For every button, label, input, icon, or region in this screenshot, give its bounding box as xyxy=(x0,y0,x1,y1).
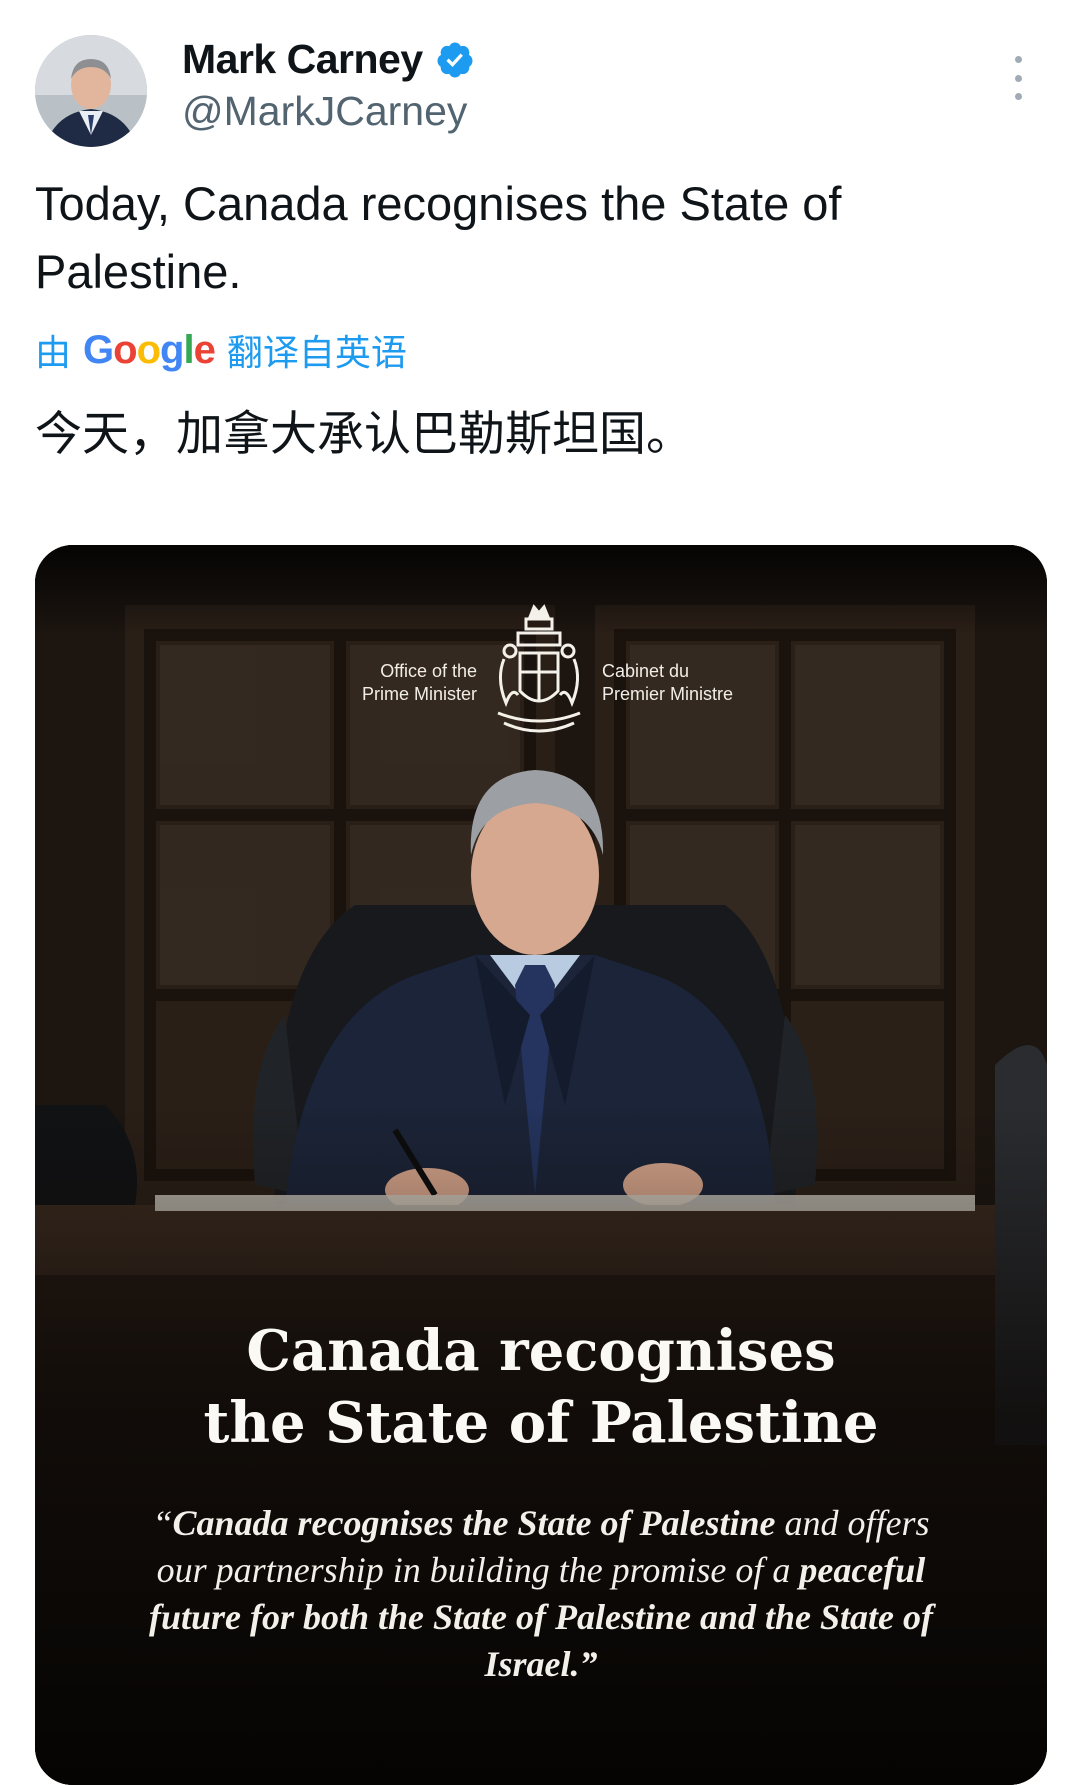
tweet-media-image[interactable]: Office of the Prime Minister Cabinet du … xyxy=(35,545,1047,1785)
tweet-text: Today, Canada recognises the State of Pa… xyxy=(35,177,842,298)
media-quote: “Canada recognises the State of Palestin… xyxy=(135,1500,947,1688)
headline-line1: Canada recognises xyxy=(246,1318,836,1384)
avatar-image xyxy=(35,35,147,147)
quote-bold-1: Canada recognises the State of Palestine xyxy=(172,1503,776,1543)
translated-text: 今天，加拿大承认巴勒斯坦国。 xyxy=(35,407,693,462)
more-dot xyxy=(1014,93,1022,100)
author-name-row[interactable]: Mark Carney xyxy=(182,36,475,83)
google-logo: Google xyxy=(83,327,216,372)
more-vertical-icon xyxy=(1014,56,1022,63)
office-label-fr: Cabinet du Premier Ministre xyxy=(602,660,733,706)
quote-open-mark: “ xyxy=(152,1503,173,1543)
quote-close-mark: ” xyxy=(579,1644,598,1684)
headline-line2: the State of Palestine xyxy=(203,1390,879,1456)
avatar[interactable] xyxy=(35,35,147,147)
media-headline: Canada recognises the State of Palestine xyxy=(35,1315,1047,1459)
office-label-fr-line1: Cabinet du xyxy=(602,661,690,681)
translate-prefix: 由 xyxy=(35,332,72,373)
more-dot xyxy=(1014,74,1022,82)
tweet-header: Mark Carney @MarkJCarney xyxy=(0,0,1080,160)
office-label-fr-line2: Premier Ministre xyxy=(602,684,734,704)
verified-badge-icon xyxy=(435,40,475,80)
coat-of-arms-icon xyxy=(497,604,581,733)
office-label-en-line2: Prime Minister xyxy=(361,684,477,704)
author-name[interactable]: Mark Carney xyxy=(182,36,423,83)
more-options-button[interactable] xyxy=(1006,56,1030,100)
office-label-en: Office of the Prime Minister xyxy=(362,660,477,706)
translate-suffix: 翻译自英语 xyxy=(226,332,407,373)
translation-attribution[interactable]: 由 Google 翻译自英语 xyxy=(35,327,407,374)
author-handle[interactable]: @MarkJCarney xyxy=(182,88,467,135)
office-label-en-line1: Office of the xyxy=(380,661,477,681)
